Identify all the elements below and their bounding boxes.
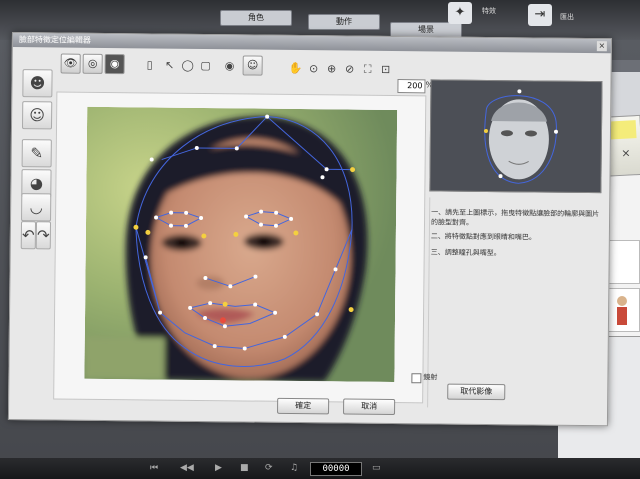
close-button[interactable]: × [596, 41, 607, 52]
zoom-icon[interactable]: ⊙ [307, 62, 321, 76]
export-label: 匯出 [560, 13, 574, 21]
ok-button[interactable]: 確定 [277, 397, 330, 415]
music-icon[interactable]: ♫ [290, 463, 298, 473]
selected-point[interactable] [219, 317, 226, 324]
tool-sidebar: ☻ ☺ ✎ ◕ ◡ ↶ ↷ [19, 69, 55, 250]
stop-icon[interactable]: ■ [240, 463, 249, 473]
replace-image-button[interactable]: 取代影像 [447, 383, 506, 401]
3d-head-preview [429, 79, 603, 194]
mirror-checkbox[interactable] [411, 373, 422, 384]
instruction-pane [427, 197, 603, 410]
dialog-title: 臉部特徵定位編輯器 [18, 35, 91, 45]
mouth-shape-icon[interactable]: ◡ [21, 193, 52, 222]
face-front-icon[interactable]: ☻ [22, 69, 53, 98]
mirror-label: 鏡射 [423, 373, 438, 382]
face-key-editor-dialog: 臉部特徵定位編輯器 × 👁 ◎ ◉ ▯ ↖ ◯ ▢ ◉ ☺ ✋ ⊙ ⊕ ⊘ ⛶ … [7, 32, 612, 427]
prev-frame-icon[interactable]: ◀◀ [180, 463, 194, 473]
zoom-out-icon[interactable]: ⊘ [343, 62, 357, 76]
play-icon[interactable]: ▶ [215, 463, 222, 473]
rewind-icon[interactable]: ⏮ [150, 463, 158, 473]
circle-select-icon[interactable]: ◯ [181, 59, 195, 73]
eye-outline-icon[interactable]: ◎ [82, 53, 103, 74]
cancel-button[interactable]: 取消 [343, 398, 396, 416]
photo-canvas[interactable] [53, 91, 427, 404]
head-model-icon [483, 89, 558, 184]
eye-open-icon[interactable]: 👁 [60, 53, 81, 74]
fit-screen-icon[interactable]: ⛶ [361, 63, 375, 77]
app-window: 角色 動作 場景 ✦ 特效 ⇥ 匯出 ▾ ▪▪▪▪ □ ▸ ▪▪▪▪ □ ▸ ▪… [0, 0, 640, 479]
timeline-bar: ⏮ ◀◀ ▶ ■ ⟳ ♫ 00000 ▭ [0, 458, 640, 479]
effects-label: 特效 [482, 7, 496, 15]
exit-icon[interactable]: ⇥ [528, 4, 552, 26]
eye-icon[interactable]: ◉ [223, 59, 237, 73]
sparkle-icon[interactable]: ✦ [448, 2, 472, 24]
actual-size-icon[interactable]: ⊡ [379, 63, 393, 77]
square-select-icon[interactable]: ▢ [199, 59, 213, 73]
face-mesh-overlay[interactable] [84, 107, 397, 382]
instruction-2: 二、將特徵點對應到眼睛和嘴巴。 [430, 232, 536, 242]
undo-icon[interactable]: ↶ [20, 221, 37, 250]
character-thumbnail[interactable] [604, 288, 640, 332]
face-profile-icon[interactable]: ☺ [21, 101, 53, 130]
eye-closed-icon[interactable]: ◉ [104, 53, 125, 75]
skin-brush-icon[interactable]: ✎ [21, 139, 52, 168]
tab-motion[interactable]: 動作 [308, 14, 380, 30]
loop-icon[interactable]: ⟳ [265, 463, 273, 473]
redo-icon[interactable]: ↷ [35, 221, 52, 250]
face-preview-icon[interactable]: ☺ [242, 55, 263, 76]
zoom-in-icon[interactable]: ⊕ [325, 62, 339, 76]
page-icon[interactable]: ▯ [143, 58, 157, 72]
zoom-input[interactable]: 200 [397, 79, 426, 94]
tab-character[interactable]: 角色 [220, 10, 292, 26]
close-icon[interactable]: × [621, 146, 631, 159]
timecode-display: 00000 [310, 462, 362, 476]
hand-icon[interactable]: ✋ [289, 62, 303, 76]
face-photo [84, 106, 398, 383]
instruction-3: 三、調整瞳孔與嘴型。 [430, 248, 501, 258]
instruction-1: 一、請先至上圖標示，拖曳特徵點讓臉部的輪廓與圖片的臉型對齊。 [430, 208, 600, 227]
pointer-icon[interactable]: ↖ [163, 59, 177, 73]
toggle-icon[interactable]: ▭ [372, 463, 381, 473]
avatar-icon [617, 296, 627, 325]
